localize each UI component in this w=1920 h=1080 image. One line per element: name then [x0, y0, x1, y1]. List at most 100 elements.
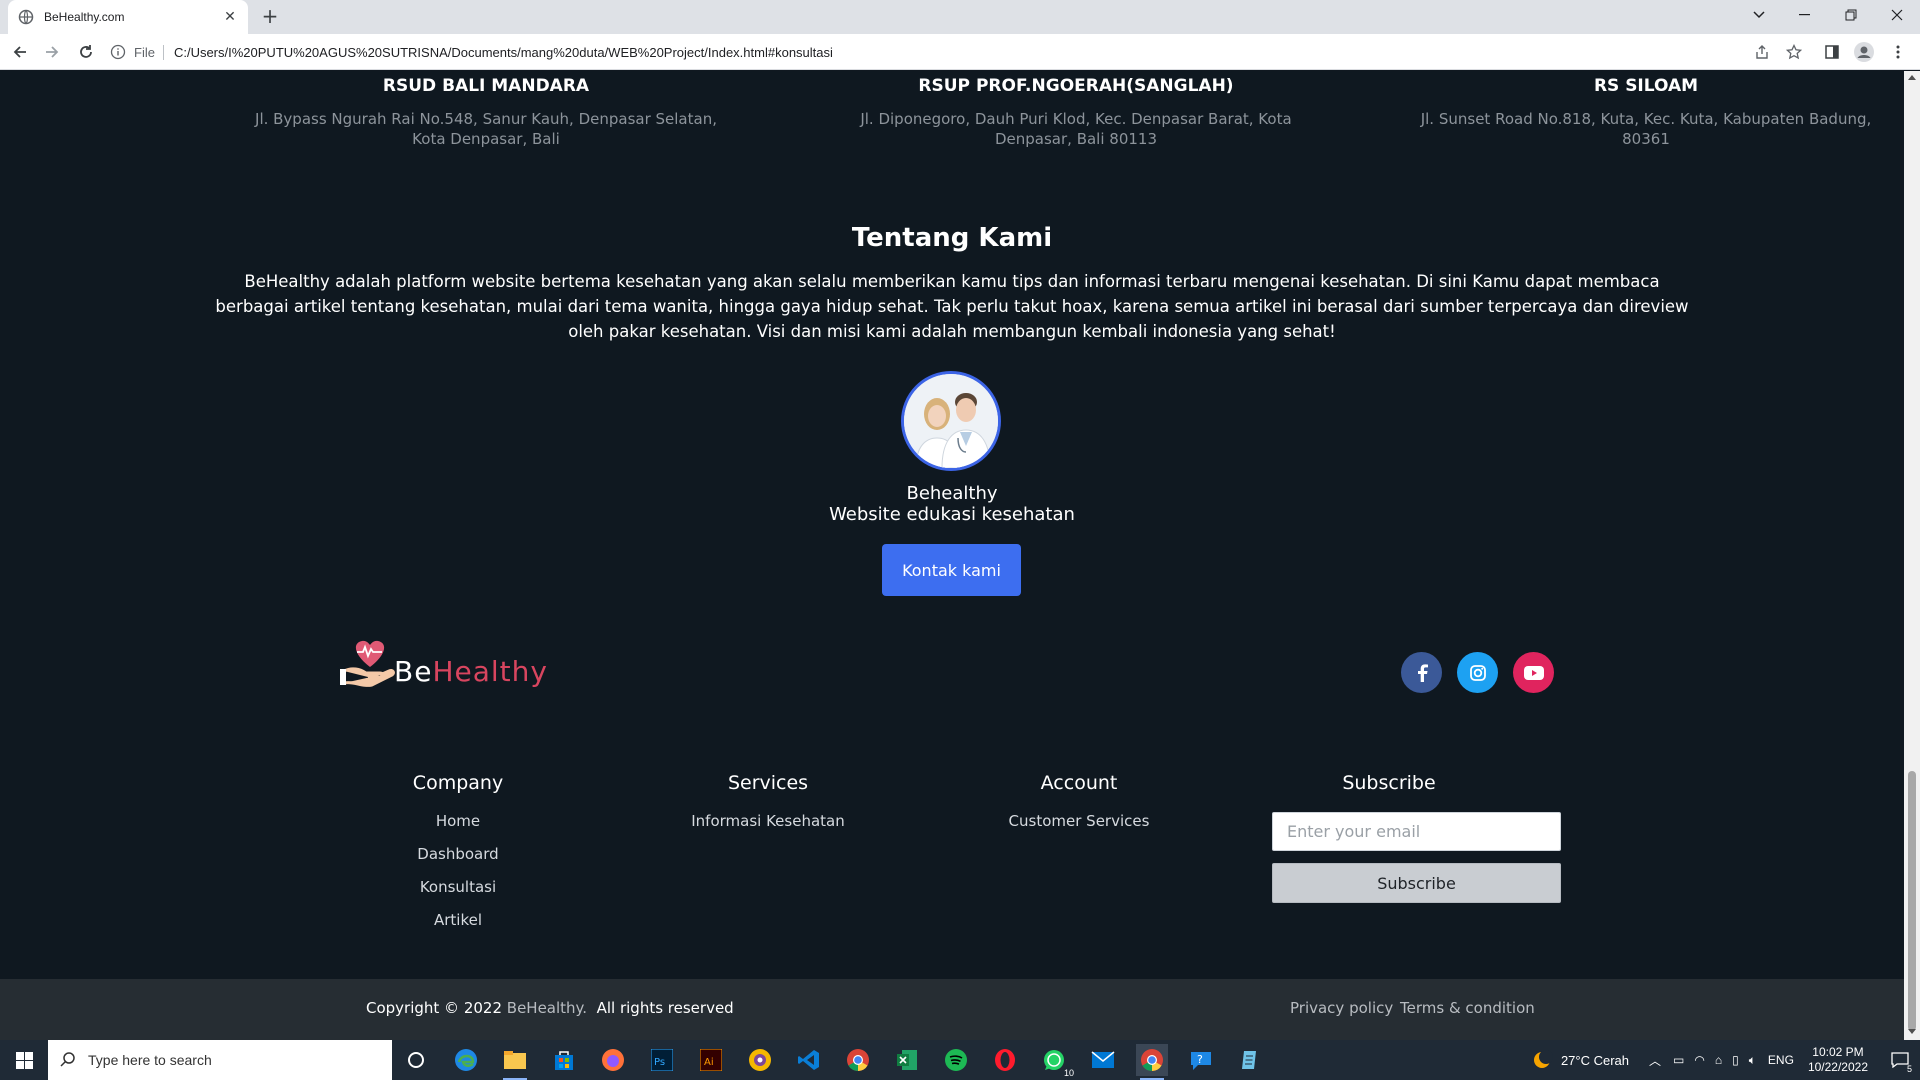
about-brand-subtitle: Website edukasi kesehatan: [829, 504, 1075, 525]
logo-text-healthy: Healthy: [432, 655, 548, 688]
menu-dots-icon[interactable]: [1886, 40, 1910, 64]
network-icon[interactable]: ⌂: [1715, 1053, 1722, 1067]
svg-text:?: ?: [1197, 1053, 1203, 1066]
whatsapp-icon[interactable]: 10: [1038, 1044, 1076, 1078]
about-title: Tentang Kami: [851, 223, 1053, 253]
copyright-prefix: Copyright © 2022: [366, 999, 507, 1017]
help-icon[interactable]: ?: [1185, 1044, 1217, 1076]
profile-icon[interactable]: [1852, 40, 1876, 64]
footer-account-title: Account: [1040, 772, 1118, 794]
notification-count: 5: [1906, 1064, 1912, 1074]
copyright-brand[interactable]: BeHealthy.: [507, 999, 587, 1017]
mail-icon[interactable]: [1087, 1044, 1119, 1076]
footer-link-artikel[interactable]: Artikel: [338, 904, 578, 937]
chrome-active-icon[interactable]: [1136, 1044, 1168, 1080]
heart-hand-icon: [340, 640, 395, 687]
footer-link-informasi-kesehatan[interactable]: Informasi Kesehatan: [648, 805, 888, 838]
clock-time: 10:02 PM: [1812, 1045, 1864, 1059]
hospital-card: RSUD BALI MANDARA Jl. Bypass Ngurah Rai …: [236, 71, 736, 149]
scroll-down-arrow-icon[interactable]: [1908, 1029, 1916, 1034]
browser-toolbar: File C:/Users/I%20PUTU%20AGUS%20SUTRISNA…: [0, 34, 1920, 70]
clock[interactable]: 10:02 PM 10/22/2022: [1808, 1045, 1868, 1075]
about-description: BeHealthy adalah platform website bertem…: [215, 272, 1689, 341]
chevron-up-icon[interactable]: ︿: [1649, 1052, 1661, 1069]
logo-text-be: Be: [394, 655, 433, 688]
subscribe-email-input[interactable]: [1272, 812, 1561, 851]
footer-bottom-bar: Copyright © 2022 BeHealthy. All rights r…: [0, 979, 1904, 1040]
file-explorer-icon[interactable]: [499, 1044, 531, 1080]
reload-icon[interactable]: [74, 40, 98, 64]
page-scrollbar[interactable]: [1904, 71, 1920, 1040]
hospital-name: RSUP PROF.NGOERAH(SANGLAH): [918, 76, 1234, 96]
new-tab-button[interactable]: +: [258, 4, 282, 28]
opera-icon[interactable]: [989, 1044, 1021, 1076]
behealthy-logo[interactable]: BeHealthy: [340, 631, 550, 701]
url-text[interactable]: C:/Users/I%20PUTU%20AGUS%20SUTRISNA/Docu…: [174, 45, 833, 60]
scroll-up-arrow-icon[interactable]: [1908, 75, 1916, 80]
share-icon[interactable]: [1750, 40, 1774, 64]
hospital-name: RSUD BALI MANDARA: [382, 76, 590, 96]
store-icon[interactable]: [548, 1044, 580, 1076]
restore-button[interactable]: [1828, 0, 1874, 30]
side-panel-icon[interactable]: [1820, 40, 1844, 64]
terms-link[interactable]: Terms & condition: [1400, 999, 1535, 1017]
subscribe-button[interactable]: Subscribe: [1272, 863, 1561, 903]
address-bar[interactable]: File C:/Users/I%20PUTU%20AGUS%20SUTRISNA…: [110, 38, 1750, 66]
notification-icon[interactable]: 5: [1880, 1040, 1920, 1080]
windows-taskbar: Type here to search Ps Ai 10 ? 27°C Cera…: [0, 1040, 1920, 1080]
taskbar-search-placeholder: Type here to search: [88, 1052, 212, 1068]
footer-link-home[interactable]: Home: [338, 805, 578, 838]
facebook-icon[interactable]: [1401, 652, 1442, 693]
wifi-icon[interactable]: ◠: [1694, 1053, 1704, 1067]
contact-us-button[interactable]: Kontak kami: [882, 544, 1021, 596]
hospital-name: RS SILOAM: [1593, 76, 1699, 96]
illustrator-icon[interactable]: Ai: [695, 1044, 727, 1076]
close-tab-icon[interactable]: ✕: [222, 9, 238, 25]
battery-icon[interactable]: ▯: [1732, 1053, 1739, 1067]
forward-arrow-icon[interactable]: [40, 40, 64, 64]
taskbar-search-box[interactable]: Type here to search: [48, 1040, 392, 1080]
scrollbar-thumb[interactable]: [1908, 771, 1916, 1031]
tab-search-icon[interactable]: [1736, 0, 1782, 30]
footer-link-konsultasi[interactable]: Konsultasi: [338, 871, 578, 904]
back-arrow-icon[interactable]: [8, 40, 32, 64]
close-window-button[interactable]: [1874, 0, 1920, 30]
chrome-icon[interactable]: [842, 1044, 874, 1076]
volume-icon[interactable]: 🔈︎: [1749, 1053, 1756, 1068]
firefox-icon[interactable]: [597, 1044, 629, 1076]
excel-icon[interactable]: [891, 1044, 923, 1076]
windows-start-icon[interactable]: [0, 1040, 48, 1080]
info-icon[interactable]: [110, 44, 126, 60]
meet-now-icon[interactable]: ▭: [1673, 1053, 1684, 1067]
cortana-icon[interactable]: [400, 1044, 432, 1076]
instagram-icon[interactable]: [1457, 652, 1498, 693]
youtube-icon[interactable]: [1513, 652, 1554, 693]
bookmark-star-icon[interactable]: [1782, 40, 1806, 64]
system-tray: 27°C Cerah ︿ ▭ ◠ ⌂ ▯ 🔈︎ ENG 10:02 PM 10/…: [1531, 1040, 1920, 1080]
clock-date: 10/22/2022: [1807, 1060, 1868, 1074]
hospital-card: RSUP PROF.NGOERAH(SANGLAH) Jl. Diponegor…: [826, 71, 1326, 149]
weather-text[interactable]: 27°C Cerah: [1561, 1053, 1629, 1068]
footer-account-column: Account Customer Services: [959, 771, 1199, 838]
page-content: RSUD BALI MANDARA Jl. Bypass Ngurah Rai …: [0, 71, 1904, 1040]
footer-subscribe-title: Subscribe: [1342, 772, 1436, 794]
edge-icon[interactable]: [450, 1044, 482, 1076]
footer-services-column: Services Informasi Kesehatan: [648, 771, 888, 838]
tab-title: BeHealthy.com: [44, 10, 125, 24]
weather-moon-icon[interactable]: [1531, 1049, 1553, 1071]
photoshop-icon[interactable]: Ps: [646, 1044, 678, 1076]
minimize-button[interactable]: [1782, 0, 1828, 30]
tor-browser-icon[interactable]: [744, 1044, 776, 1076]
svg-text:Ai: Ai: [704, 1057, 714, 1068]
footer-link-customer-services[interactable]: Customer Services: [959, 805, 1199, 838]
footer-link-dashboard[interactable]: Dashboard: [338, 838, 578, 871]
footer-subscribe-column: Subscribe: [1269, 771, 1509, 795]
language-indicator[interactable]: ENG: [1768, 1053, 1794, 1067]
notepad-icon[interactable]: [1234, 1044, 1266, 1076]
browser-tab[interactable]: BeHealthy.com ✕: [8, 0, 248, 34]
vscode-icon[interactable]: [793, 1044, 825, 1076]
spotify-icon[interactable]: [940, 1044, 972, 1076]
privacy-policy-link[interactable]: Privacy policy: [1290, 999, 1393, 1017]
browser-tab-strip: BeHealthy.com ✕ +: [0, 0, 1920, 34]
svg-text:Ps: Ps: [654, 1057, 665, 1068]
